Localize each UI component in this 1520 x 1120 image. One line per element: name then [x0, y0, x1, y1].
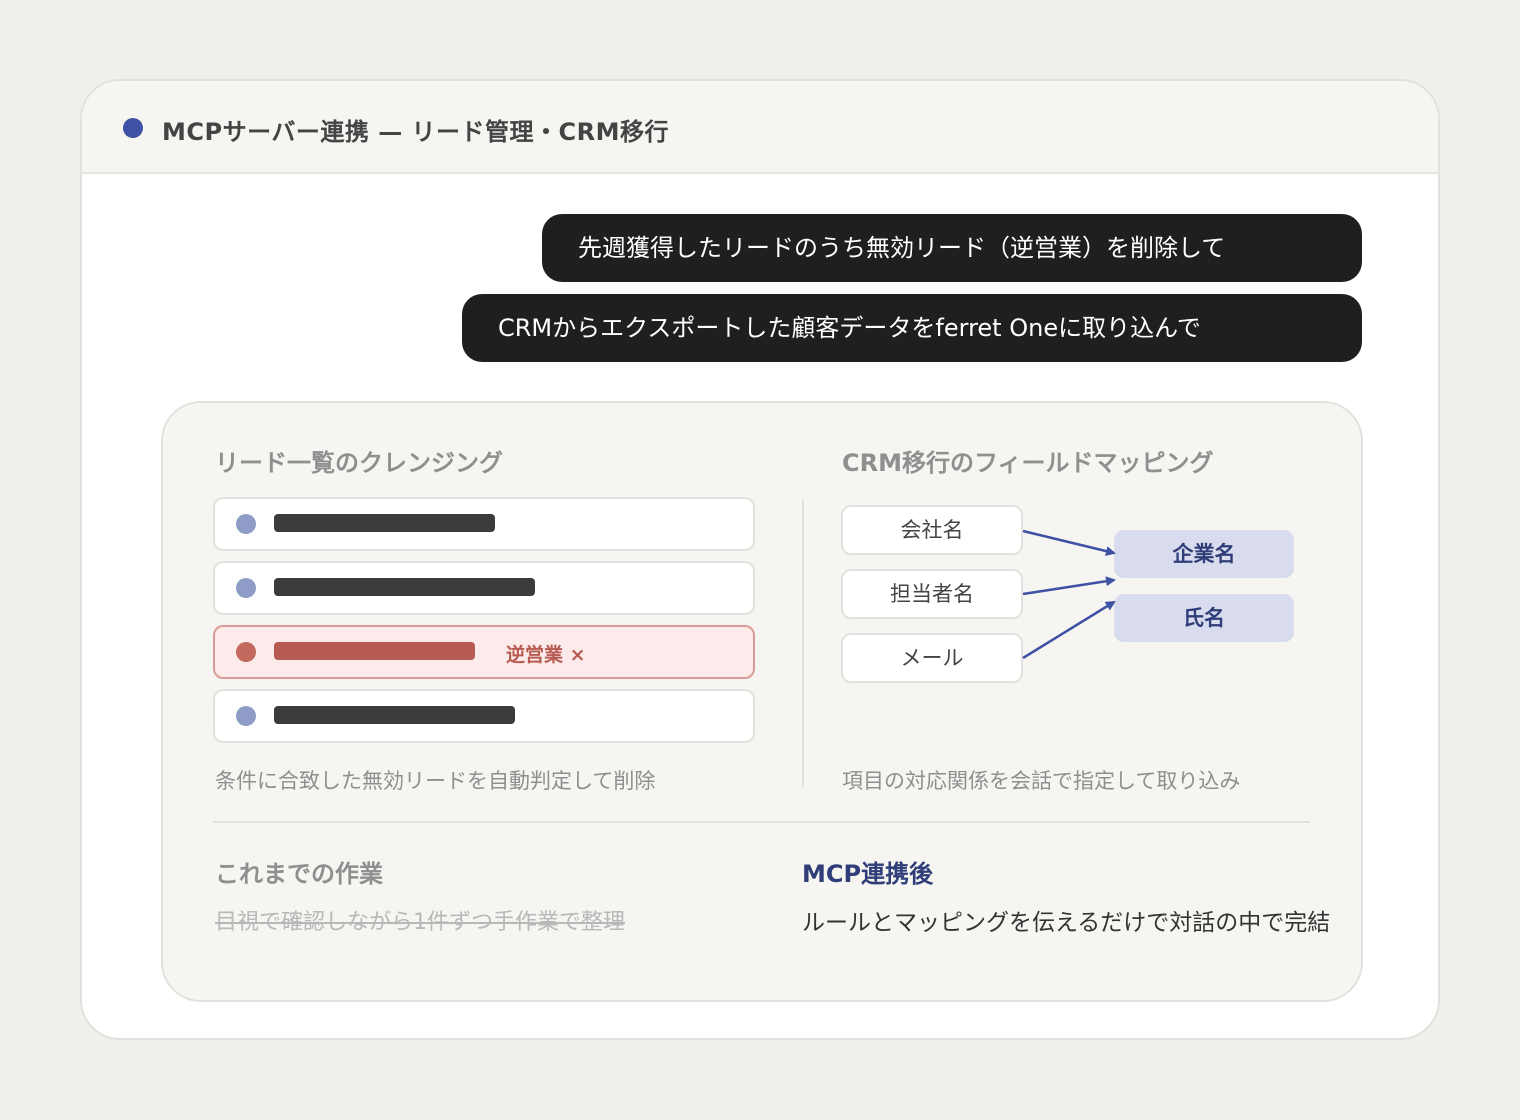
mapping-arrow — [1022, 529, 1116, 556]
mapping-arrow — [1022, 576, 1116, 596]
before-text: 目視で確認しながら1件ずつ手作業で整理 — [215, 910, 625, 935]
mapping-caption: 項目の対応関係を会話で指定して取り込み — [842, 769, 1241, 793]
result-panel: リード一覧のクレンジング CRM移行のフィールドマッピング 逆営業 × 条件に合… — [161, 401, 1363, 1002]
comparison-divider — [213, 821, 1310, 823]
chat-message-delete-leads: 先週獲得したリードのうち無効リード（逆営業）を削除して — [542, 214, 1362, 282]
after-title: MCP連携後 — [802, 860, 934, 888]
chat-message-import-crm: CRMからエクスポートした顧客データをferret Oneに取り込んで — [462, 294, 1362, 362]
after-text: ルールとマッピングを伝えるだけで対話の中で完結 — [802, 910, 1331, 936]
status-dot-icon — [123, 118, 143, 138]
mcp-integration-card: MCPサーバー連携 — リード管理・CRM移行 先週獲得したリードのうち無効リー… — [80, 79, 1440, 1040]
card-header: MCPサーバー連携 — リード管理・CRM移行 — [82, 81, 1438, 174]
before-title: これまでの作業 — [215, 860, 383, 888]
page-title: MCPサーバー連携 — リード管理・CRM移行 — [162, 118, 670, 146]
mapping-arrow — [1022, 600, 1116, 660]
